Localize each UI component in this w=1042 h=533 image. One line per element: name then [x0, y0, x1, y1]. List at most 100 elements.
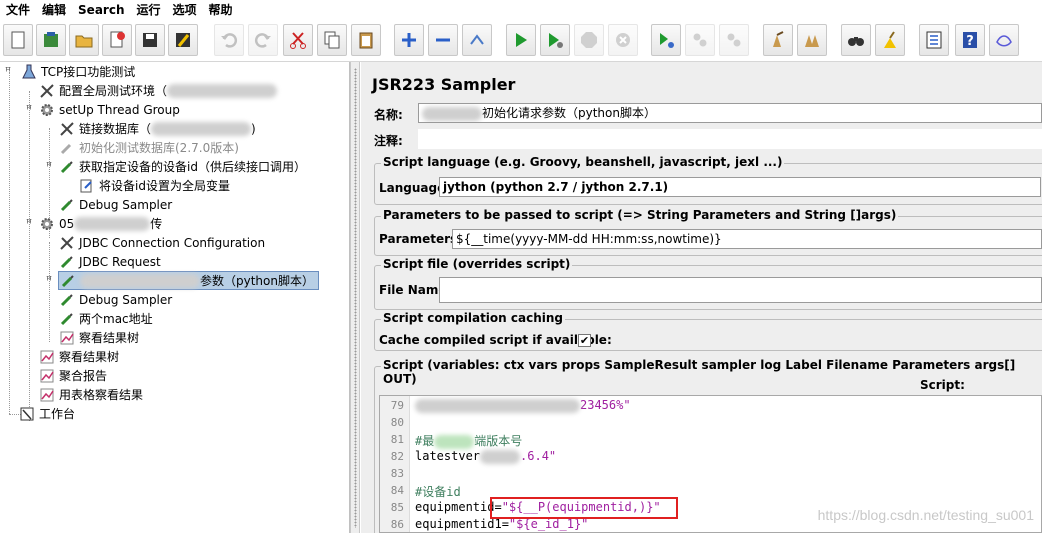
comment-field[interactable]	[418, 129, 1042, 149]
line-number: 80	[390, 416, 404, 429]
listener-icon	[38, 386, 56, 404]
tree-node-view-results[interactable]: 察看结果树	[38, 347, 119, 366]
tree-node-aggregate[interactable]: 聚合报告	[38, 366, 107, 385]
group-title: Script language (e.g. Groovy, beanshell,…	[381, 155, 785, 169]
new-icon[interactable]	[3, 24, 33, 56]
cut-icon[interactable]	[283, 24, 313, 56]
tree-node-link-db[interactable]: 链接数据库（ )	[58, 119, 256, 138]
tree-node-test-plan[interactable]: TCP接口功能测试	[20, 62, 135, 81]
menu-help[interactable]: 帮助	[203, 1, 239, 19]
tree-node-jsr223-sampler[interactable]: 参数（python脚本）	[58, 271, 319, 290]
wrench-icon	[58, 120, 76, 138]
menu-file[interactable]: 文件	[0, 1, 36, 19]
shutdown-icon[interactable]	[608, 24, 638, 56]
start-icon[interactable]	[506, 24, 536, 56]
tree-label-tail: 传	[150, 217, 163, 231]
stop-icon[interactable]	[574, 24, 604, 56]
open-icon[interactable]	[69, 24, 99, 56]
pane-splitter[interactable]	[350, 62, 360, 533]
tree-node-debug-sampler-1[interactable]: Debug Sampler	[58, 195, 172, 214]
menu-search[interactable]: Search	[72, 1, 130, 19]
clear-icon[interactable]	[763, 24, 793, 56]
tree-toggle-group-05[interactable]: ꟸ	[24, 218, 34, 229]
name-value: 初始化请求参数（python脚本）	[482, 106, 656, 120]
code-line-79: 23456%"	[415, 398, 631, 413]
menu-run[interactable]: 运行	[130, 1, 166, 19]
line-number: 84	[390, 484, 404, 497]
redo-icon[interactable]	[248, 24, 278, 56]
tree-node-jdbc-request[interactable]: JDBC Request	[58, 252, 161, 271]
copy-icon[interactable]	[317, 24, 347, 56]
parameters-input[interactable]: ${__time(yyyy-MM-dd HH:mm:ss,nowtime)}	[452, 229, 1042, 249]
tree-node-workbench[interactable]: 工作台	[18, 404, 75, 423]
group-title: Script file (overrides script)	[381, 257, 573, 271]
tree-node-init-db[interactable]: 初始化测试数据库(2.7.0版本)	[58, 138, 239, 157]
tree-label: 察看结果树	[59, 350, 120, 364]
help-icon[interactable]: ?	[955, 24, 985, 56]
name-field[interactable]: 初始化请求参数（python脚本）	[418, 103, 1042, 123]
tree-toggle-get-device[interactable]: ꟸ	[44, 161, 54, 172]
start-no-pause-icon[interactable]	[540, 24, 570, 56]
save-as-icon[interactable]	[168, 24, 198, 56]
listener-icon	[38, 367, 56, 385]
cache-label: Cache compiled script if available:	[379, 333, 612, 347]
tree-toggle-setup[interactable]: ꟸ	[24, 104, 34, 115]
gear-icon	[38, 215, 56, 233]
tree-node-get-device[interactable]: 获取指定设备的设备id（供后续接口调用）	[58, 157, 306, 176]
tree-label: 将设备id设置为全局变量	[99, 179, 230, 193]
tree-node-two-mac[interactable]: 两个mac地址	[58, 309, 153, 328]
flask-icon	[20, 63, 38, 81]
language-select[interactable]: jython (python 2.7 / jython 2.7.1)	[439, 177, 1041, 197]
clear-all-icon[interactable]	[797, 24, 827, 56]
expand-icon[interactable]	[394, 24, 424, 56]
watermark: https://blog.csdn.net/testing_su001	[817, 507, 1034, 523]
reset-search-icon[interactable]	[875, 24, 905, 56]
menu-edit[interactable]: 编辑	[36, 1, 72, 19]
code-line-86: equipmentid1="${e_id_1}"	[415, 517, 589, 531]
tree-toggle-selected[interactable]: ꟸ	[44, 275, 54, 286]
script-label: Script:	[920, 378, 965, 392]
toggle-icon[interactable]	[462, 24, 492, 56]
search-icon[interactable]	[841, 24, 871, 56]
tree-label: setUp Thread Group	[59, 102, 180, 117]
close-icon[interactable]	[102, 24, 132, 56]
highlight-box	[490, 497, 678, 519]
tree-label: 工作台	[39, 407, 76, 421]
logger-icon[interactable]	[989, 24, 1019, 56]
test-plan-tree: ꟸ TCP接口功能测试 配置全局测试环境（ ꟸ setUp Thread Gro…	[0, 62, 350, 533]
line-number: 82	[390, 450, 404, 463]
tree-node-setup-thread-group[interactable]: setUp Thread Group	[38, 100, 180, 119]
pipette-icon	[58, 139, 76, 157]
menu-options[interactable]: 选项	[167, 1, 203, 19]
tree-node-set-global[interactable]: 将设备id设置为全局变量	[78, 176, 230, 195]
pipette-icon	[58, 291, 76, 309]
file-name-input[interactable]	[439, 277, 1042, 303]
save-icon[interactable]	[135, 24, 165, 56]
tree-label: 获取指定设备的设备id（供后续接口调用）	[79, 160, 306, 174]
tree-node-table-view[interactable]: 用表格察看结果	[38, 385, 143, 404]
undo-icon[interactable]	[214, 24, 244, 56]
tree-node-thread-group-05[interactable]: 05 传	[38, 214, 162, 233]
tree-toggle-root[interactable]: ꟸ	[3, 66, 13, 77]
remote-exit-icon[interactable]	[719, 24, 749, 56]
remote-stop-icon[interactable]	[685, 24, 715, 56]
line-number: 81	[390, 433, 404, 446]
cache-checkbox[interactable]: ✔	[578, 334, 591, 347]
tree-node-debug-sampler-2[interactable]: Debug Sampler	[58, 290, 172, 309]
paste-icon[interactable]	[351, 24, 381, 56]
templates-icon[interactable]	[36, 24, 66, 56]
function-helper-icon[interactable]	[919, 24, 949, 56]
remote-start-icon[interactable]	[651, 24, 681, 56]
line-number: 79	[390, 399, 404, 412]
workbench-icon	[18, 405, 36, 423]
pipette-icon	[58, 253, 76, 271]
collapse-icon[interactable]	[428, 24, 458, 56]
tree-node-jdbc-config[interactable]: JDBC Connection Configuration	[58, 233, 265, 252]
comment-label: 注释:	[374, 134, 403, 148]
tree-label: JDBC Connection Configuration	[79, 235, 266, 250]
toolbar: ?	[0, 20, 1042, 62]
group-title: Script compilation caching	[381, 311, 565, 325]
tree-label: 05	[59, 216, 75, 231]
tree-node-view-results-inner[interactable]: 察看结果树	[58, 328, 139, 347]
tree-node-config-env[interactable]: 配置全局测试环境（	[38, 81, 278, 100]
